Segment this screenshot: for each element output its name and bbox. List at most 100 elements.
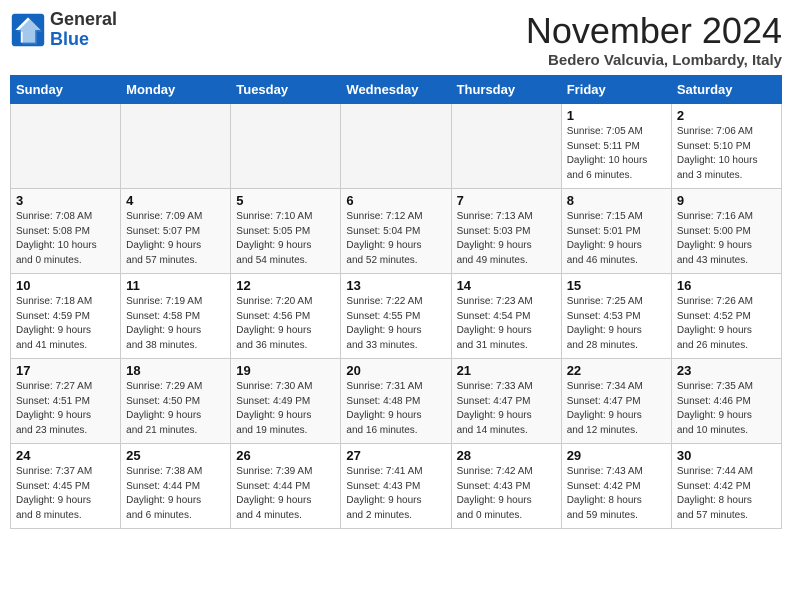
day-number: 9 xyxy=(677,193,776,208)
header-row: SundayMondayTuesdayWednesdayThursdayFrid… xyxy=(11,76,782,104)
logo-icon xyxy=(10,12,46,48)
day-number: 28 xyxy=(457,448,556,463)
day-info: Sunrise: 7:16 AMSunset: 5:00 PMDaylight:… xyxy=(677,210,776,268)
day-info: Sunrise: 7:06 AMSunset: 5:10 PMDaylight:… xyxy=(677,125,776,183)
day-cell: 5Sunrise: 7:10 AMSunset: 5:05 PMDaylight… xyxy=(231,189,341,274)
location: Bedero Valcuvia, Lombardy, Italy xyxy=(526,52,782,69)
day-info: Sunrise: 7:27 AMSunset: 4:51 PMDaylight:… xyxy=(16,380,115,438)
day-cell: 4 Sunrise: 7:09 AMSunset: 5:07 PMDaylight… xyxy=(121,189,231,274)
day-number: 1 xyxy=(567,108,666,123)
day-cell: 26Sunrise: 7:39 AMSunset: 4:44 PMDayligh… xyxy=(231,444,341,529)
day-cell: 16 Sunrise: 7:26 AMSunset: 4:52 PMDayligh… xyxy=(671,274,781,359)
day-number: 13 xyxy=(346,278,445,293)
day-number: 6 xyxy=(346,193,445,208)
day-number: 3 xyxy=(16,193,115,208)
day-cell: 18Sunrise: 7:29 AMSunset: 4:50 PMDayligh… xyxy=(121,359,231,444)
calendar-table: SundayMondayTuesdayWednesdayThursdayFrid… xyxy=(10,75,782,529)
day-cell: 7 Sunrise: 7:13 AMSunset: 5:03 PMDaylight… xyxy=(451,189,561,274)
day-cell xyxy=(451,104,561,189)
day-info: Sunrise: 7:23 AMSunset: 4:54 PMDaylight:… xyxy=(457,295,556,353)
day-number: 19 xyxy=(236,363,335,378)
day-cell: 19 Sunrise: 7:30 AMSunset: 4:49 PMDayligh… xyxy=(231,359,341,444)
day-info: Sunrise: 7:26 AMSunset: 4:52 PMDaylight:… xyxy=(677,295,776,353)
day-number: 20 xyxy=(346,363,445,378)
day-number: 25 xyxy=(126,448,225,463)
day-cell: 1 Sunrise: 7:05 AMSunset: 5:11 PMDaylight… xyxy=(561,104,671,189)
day-cell: 17 Sunrise: 7:27 AMSunset: 4:51 PMDayligh… xyxy=(11,359,121,444)
day-number: 17 xyxy=(16,363,115,378)
day-header-wednesday: Wednesday xyxy=(341,76,451,104)
day-number: 30 xyxy=(677,448,776,463)
logo-general: General xyxy=(50,9,117,29)
week-row-3: 10 Sunrise: 7:18 AMSunset: 4:59 PMDayligh… xyxy=(11,274,782,359)
day-cell xyxy=(231,104,341,189)
day-number: 22 xyxy=(567,363,666,378)
day-info: Sunrise: 7:44 AMSunset: 4:42 PMDaylight:… xyxy=(677,465,776,523)
day-cell: 9 Sunrise: 7:16 AMSunset: 5:00 PMDaylight… xyxy=(671,189,781,274)
day-cell: 12 Sunrise: 7:20 AMSunset: 4:56 PMDayligh… xyxy=(231,274,341,359)
day-info: Sunrise: 7:31 AMSunset: 4:48 PMDaylight:… xyxy=(346,380,445,438)
title-area: November 2024 Bedero Valcuvia, Lombardy,… xyxy=(526,10,782,69)
day-number: 2 xyxy=(677,108,776,123)
logo: General Blue xyxy=(10,10,117,50)
day-info: Sunrise: 7:29 AMSunset: 4:50 PMDaylight:… xyxy=(126,380,225,438)
day-cell: 21 Sunrise: 7:33 AMSunset: 4:47 PMDayligh… xyxy=(451,359,561,444)
day-info: Sunrise: 7:13 AMSunset: 5:03 PMDaylight:… xyxy=(457,210,556,268)
day-info: Sunrise: 7:25 AMSunset: 4:53 PMDaylight:… xyxy=(567,295,666,353)
day-number: 15 xyxy=(567,278,666,293)
day-cell: 28 Sunrise: 7:42 AMSunset: 4:43 PMDayligh… xyxy=(451,444,561,529)
day-number: 24 xyxy=(16,448,115,463)
day-info: Sunrise: 7:19 AMSunset: 4:58 PMDaylight:… xyxy=(126,295,225,353)
day-header-saturday: Saturday xyxy=(671,76,781,104)
day-number: 10 xyxy=(16,278,115,293)
day-number: 11 xyxy=(126,278,225,293)
day-number: 14 xyxy=(457,278,556,293)
day-info: Sunrise: 7:08 AMSunset: 5:08 PMDaylight:… xyxy=(16,210,115,268)
day-header-tuesday: Tuesday xyxy=(231,76,341,104)
day-header-thursday: Thursday xyxy=(451,76,561,104)
day-number: 12 xyxy=(236,278,335,293)
month-title: November 2024 xyxy=(526,10,782,52)
day-header-sunday: Sunday xyxy=(11,76,121,104)
day-cell xyxy=(341,104,451,189)
day-info: Sunrise: 7:34 AMSunset: 4:47 PMDaylight:… xyxy=(567,380,666,438)
week-row-2: 3 Sunrise: 7:08 AMSunset: 5:08 PMDaylight… xyxy=(11,189,782,274)
day-header-friday: Friday xyxy=(561,76,671,104)
day-info: Sunrise: 7:09 AMSunset: 5:07 PMDaylight:… xyxy=(126,210,225,268)
day-info: Sunrise: 7:20 AMSunset: 4:56 PMDaylight:… xyxy=(236,295,335,353)
day-cell: 10 Sunrise: 7:18 AMSunset: 4:59 PMDayligh… xyxy=(11,274,121,359)
day-number: 16 xyxy=(677,278,776,293)
day-number: 8 xyxy=(567,193,666,208)
day-info: Sunrise: 7:39 AMSunset: 4:44 PMDaylight:… xyxy=(236,465,335,523)
day-info: Sunrise: 7:41 AMSunset: 4:43 PMDaylight:… xyxy=(346,465,445,523)
day-cell: 11 Sunrise: 7:19 AMSunset: 4:58 PMDayligh… xyxy=(121,274,231,359)
day-info: Sunrise: 7:38 AMSunset: 4:44 PMDaylight:… xyxy=(126,465,225,523)
day-number: 5 xyxy=(236,193,335,208)
day-cell: 20 Sunrise: 7:31 AMSunset: 4:48 PMDayligh… xyxy=(341,359,451,444)
day-info: Sunrise: 7:30 AMSunset: 4:49 PMDaylight:… xyxy=(236,380,335,438)
day-info: Sunrise: 7:35 AMSunset: 4:46 PMDaylight:… xyxy=(677,380,776,438)
day-info: Sunrise: 7:42 AMSunset: 4:43 PMDaylight:… xyxy=(457,465,556,523)
week-row-5: 24Sunrise: 7:37 AMSunset: 4:45 PMDayligh… xyxy=(11,444,782,529)
day-header-monday: Monday xyxy=(121,76,231,104)
day-number: 4 xyxy=(126,193,225,208)
header: General Blue November 2024 Bedero Valcuv… xyxy=(10,10,782,69)
day-info: Sunrise: 7:33 AMSunset: 4:47 PMDaylight:… xyxy=(457,380,556,438)
day-cell: 14 Sunrise: 7:23 AMSunset: 4:54 PMDayligh… xyxy=(451,274,561,359)
day-number: 23 xyxy=(677,363,776,378)
day-info: Sunrise: 7:05 AMSunset: 5:11 PMDaylight:… xyxy=(567,125,666,183)
day-cell: 2 Sunrise: 7:06 AMSunset: 5:10 PMDaylight… xyxy=(671,104,781,189)
day-info: Sunrise: 7:43 AMSunset: 4:42 PMDaylight:… xyxy=(567,465,666,523)
day-cell: 6 Sunrise: 7:12 AMSunset: 5:04 PMDaylight… xyxy=(341,189,451,274)
day-number: 21 xyxy=(457,363,556,378)
day-cell: 27Sunrise: 7:41 AMSunset: 4:43 PMDayligh… xyxy=(341,444,451,529)
day-info: Sunrise: 7:18 AMSunset: 4:59 PMDaylight:… xyxy=(16,295,115,353)
day-cell: 24Sunrise: 7:37 AMSunset: 4:45 PMDayligh… xyxy=(11,444,121,529)
day-number: 7 xyxy=(457,193,556,208)
day-cell: 23 Sunrise: 7:35 AMSunset: 4:46 PMDayligh… xyxy=(671,359,781,444)
day-cell: 13Sunrise: 7:22 AMSunset: 4:55 PMDayligh… xyxy=(341,274,451,359)
week-row-1: 1 Sunrise: 7:05 AMSunset: 5:11 PMDaylight… xyxy=(11,104,782,189)
day-cell: 22 Sunrise: 7:34 AMSunset: 4:47 PMDayligh… xyxy=(561,359,671,444)
day-info: Sunrise: 7:12 AMSunset: 5:04 PMDaylight:… xyxy=(346,210,445,268)
day-cell: 15 Sunrise: 7:25 AMSunset: 4:53 PMDayligh… xyxy=(561,274,671,359)
